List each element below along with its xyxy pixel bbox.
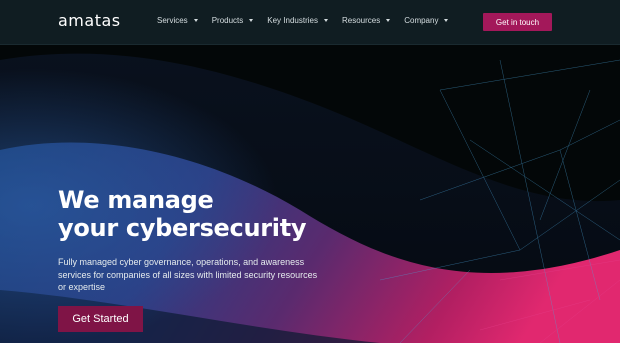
hero-headline-line2: your cybersecurity: [58, 214, 307, 242]
nav-item-label: Company: [404, 16, 439, 25]
nav-item-key-industries[interactable]: Key Industries: [267, 16, 328, 25]
nav-item-label: Resources: [341, 16, 381, 25]
hero-subtext: Fully managed cyber governance, operatio…: [58, 257, 318, 292]
caret-down-icon: [386, 19, 391, 22]
get-in-touch-button[interactable]: Get in touch: [483, 13, 552, 31]
nav-item-products[interactable]: Products: [212, 16, 254, 25]
nav-item-resources[interactable]: Resources: [341, 16, 391, 25]
nav-item-label: Products: [211, 16, 244, 25]
caret-down-icon: [444, 19, 449, 22]
caret-down-icon: [193, 19, 198, 22]
brand-logo[interactable]: amatas: [58, 11, 121, 30]
caret-down-icon: [323, 19, 328, 22]
nav-item-company[interactable]: Company: [404, 16, 449, 25]
main-menu: Services Products Key Industries Resourc…: [157, 16, 462, 25]
caret-down-icon: [249, 19, 254, 22]
nav-item-label: Services: [157, 16, 188, 25]
hero-headline-line1: We manage: [58, 186, 214, 214]
top-navbar: amatas Services Products Key Industries …: [0, 0, 620, 45]
nav-item-services[interactable]: Services: [157, 16, 198, 25]
get-started-button[interactable]: Get Started: [58, 306, 143, 332]
hero-headline: We manage your cybersecurity: [58, 186, 307, 242]
nav-item-label: Key Industries: [267, 16, 318, 25]
